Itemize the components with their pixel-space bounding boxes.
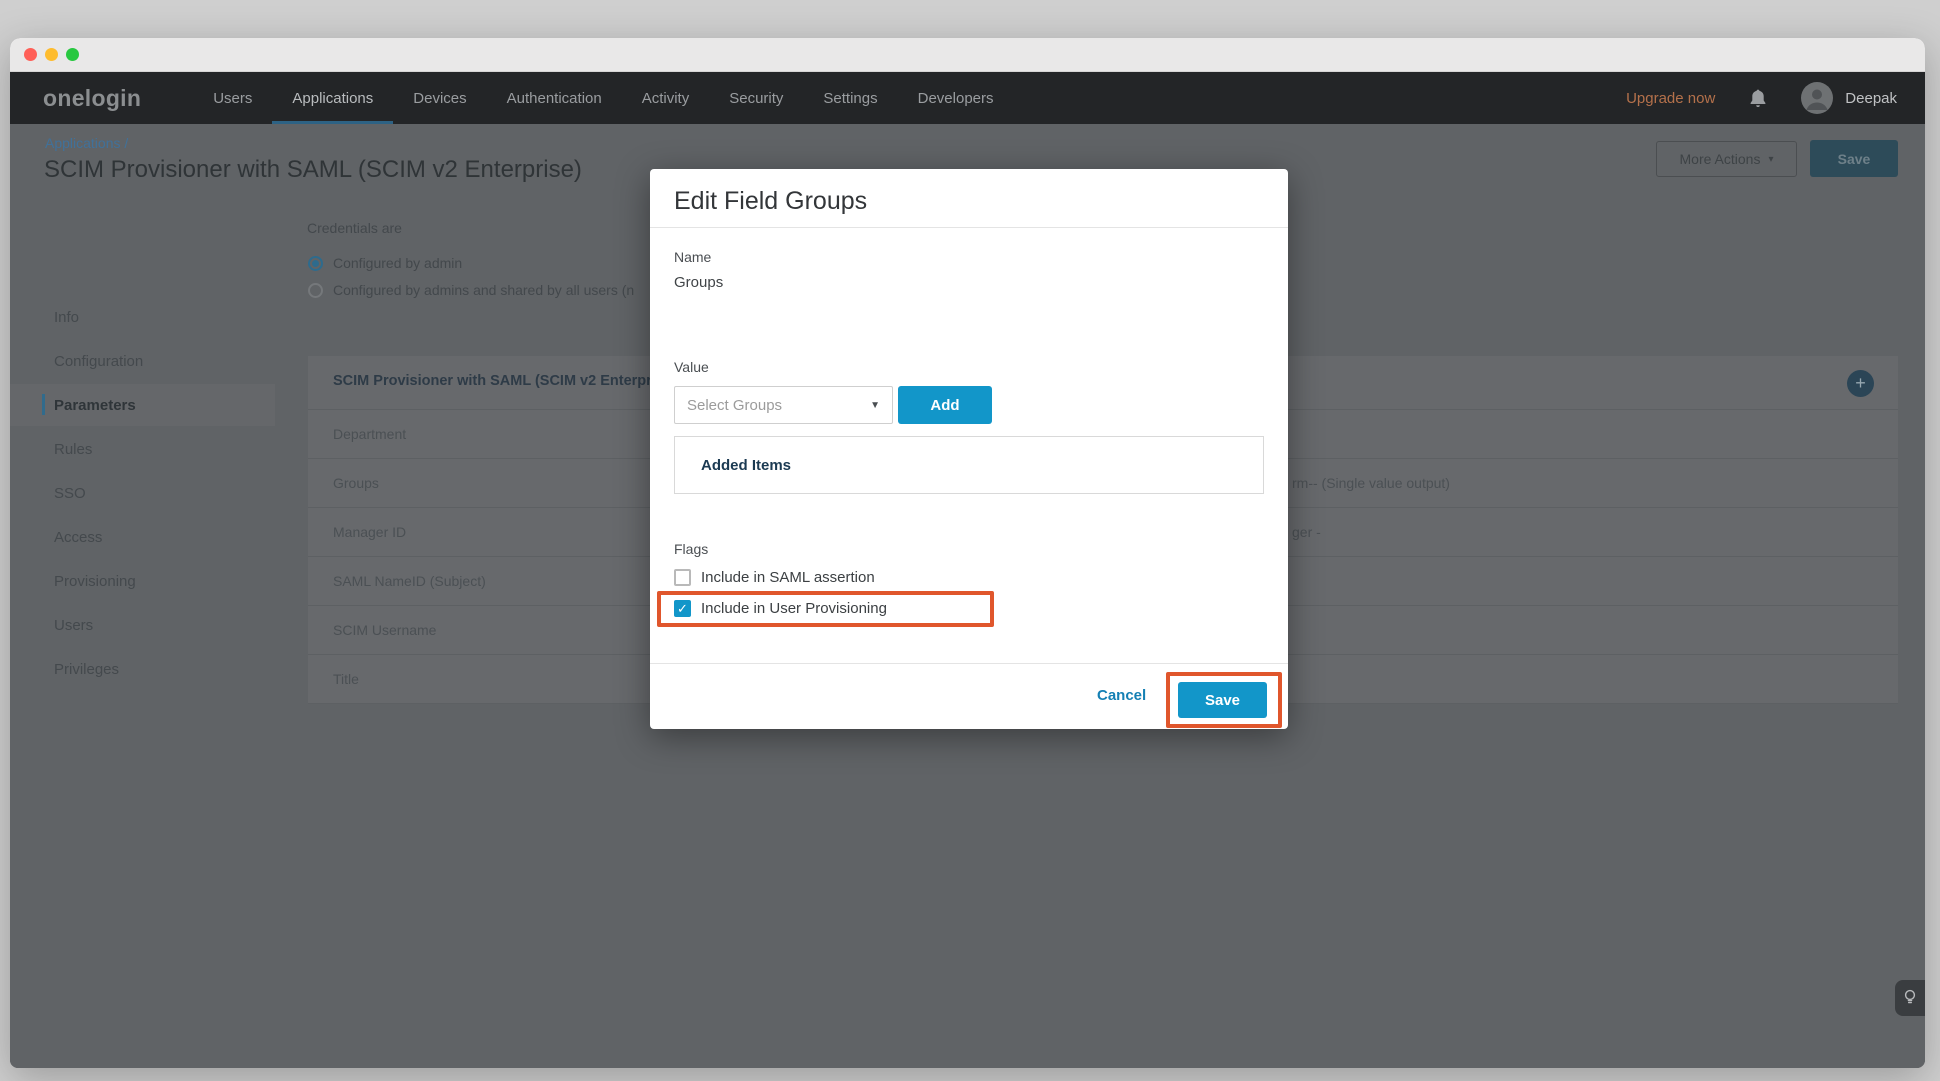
sidebar-item-access[interactable]: Access (54, 526, 102, 548)
chevron-down-icon: ▾ (1768, 154, 1773, 165)
added-items-label: Added Items (701, 457, 791, 474)
added-items-box: Added Items (674, 436, 1264, 494)
flags-label: Flags (674, 541, 708, 557)
onelogin-logo: onelogin (43, 85, 141, 112)
nav-item-users[interactable]: Users (193, 72, 272, 124)
modal-divider (650, 227, 1288, 228)
traffic-lights (24, 48, 79, 61)
window-titlebar (10, 38, 1925, 72)
value-label: Value (674, 359, 709, 375)
row-value-fragment: ger - (1292, 524, 1321, 540)
checkbox-include-user-provisioning[interactable]: ✓ (674, 600, 691, 617)
lightbulb-icon (1903, 989, 1917, 1008)
cancel-button[interactable]: Cancel (1097, 687, 1146, 704)
sidebar-item-rules[interactable]: Rules (54, 438, 92, 460)
sidebar-item-info[interactable]: Info (54, 306, 79, 328)
sidebar-item-sso[interactable]: SSO (54, 482, 86, 504)
more-actions-label: More Actions (1680, 151, 1761, 167)
nav-item-applications[interactable]: Applications (272, 72, 393, 124)
radio-configured-shared-label: Configured by admins and shared by all u… (333, 282, 634, 298)
app-sidebar: Info Configuration Parameters Rules SSO … (10, 204, 275, 764)
nav-item-security[interactable]: Security (709, 72, 803, 124)
checkbox-include-user-provisioning-label: Include in User Provisioning (701, 600, 887, 617)
name-label: Name (674, 249, 711, 265)
plus-icon: + (1855, 373, 1866, 394)
help-guide-tab[interactable] (1895, 980, 1925, 1016)
add-button[interactable]: Add (898, 386, 992, 424)
notifications-bell-icon[interactable] (1749, 88, 1767, 108)
breadcrumb[interactable]: Applications / (45, 135, 128, 151)
nav-item-devices[interactable]: Devices (393, 72, 486, 124)
top-navbar: onelogin Users Applications Devices Auth… (10, 72, 1925, 124)
parameters-table-header-label: SCIM Provisioner with SAML (SCIM v2 Ente… (333, 373, 664, 389)
modal-footer-divider (650, 663, 1288, 664)
app-save-button[interactable]: Save (1810, 140, 1898, 177)
sidebar-active-indicator (42, 394, 45, 415)
sidebar-item-parameters[interactable]: Parameters (54, 394, 136, 416)
nav-item-developers[interactable]: Developers (898, 72, 1014, 124)
edit-field-groups-modal: Edit Field Groups Name Groups Value Sele… (650, 169, 1288, 729)
browser-window: onelogin Users Applications Devices Auth… (10, 38, 1925, 1068)
navbar-right: Upgrade now Deepak (1626, 82, 1925, 114)
nav-item-authentication[interactable]: Authentication (487, 72, 622, 124)
checkbox-include-saml-assertion[interactable] (674, 569, 691, 586)
radio-configured-by-admin[interactable] (308, 256, 323, 271)
close-window-button[interactable] (24, 48, 37, 61)
user-menu[interactable]: Deepak (1801, 82, 1897, 114)
minimize-window-button[interactable] (45, 48, 58, 61)
add-parameter-button[interactable]: + (1847, 370, 1874, 397)
user-name: Deepak (1845, 90, 1897, 107)
dropdown-caret-icon: ▼ (870, 400, 880, 411)
screen: onelogin Users Applications Devices Auth… (0, 0, 1940, 1081)
sidebar-item-privileges[interactable]: Privileges (54, 658, 119, 680)
name-value: Groups (674, 274, 723, 291)
nav-menu: Users Applications Devices Authenticatio… (193, 72, 1013, 124)
more-actions-button[interactable]: More Actions ▾ (1656, 141, 1797, 177)
sidebar-item-users[interactable]: Users (54, 614, 93, 636)
sidebar-selected-band (10, 384, 275, 426)
radio-configured-shared[interactable] (308, 283, 323, 298)
avatar (1801, 82, 1833, 114)
sidebar-item-configuration[interactable]: Configuration (54, 350, 143, 372)
row-value-fragment: rm-- (Single value output) (1292, 475, 1450, 491)
radio-configured-by-admin-label: Configured by admin (333, 255, 462, 271)
nav-item-activity[interactable]: Activity (622, 72, 710, 124)
modal-save-button[interactable]: Save (1178, 682, 1267, 718)
nav-item-settings[interactable]: Settings (803, 72, 897, 124)
page-title: SCIM Provisioner with SAML (SCIM v2 Ente… (44, 156, 582, 184)
select-groups-placeholder: Select Groups (687, 397, 782, 414)
zoom-window-button[interactable] (66, 48, 79, 61)
modal-title: Edit Field Groups (674, 187, 867, 216)
checkbox-include-saml-assertion-label: Include in SAML assertion (701, 569, 875, 586)
check-icon: ✓ (677, 601, 688, 617)
person-icon (1801, 82, 1833, 114)
select-groups-dropdown[interactable]: Select Groups ▼ (674, 386, 893, 424)
sidebar-item-provisioning[interactable]: Provisioning (54, 570, 136, 592)
credentials-are-label: Credentials are (307, 220, 402, 236)
upgrade-now-link[interactable]: Upgrade now (1626, 90, 1715, 107)
